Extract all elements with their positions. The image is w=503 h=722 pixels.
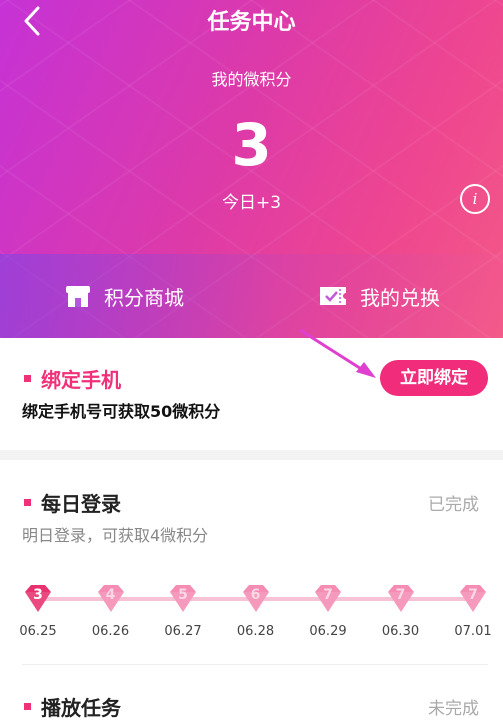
ticket-icon	[320, 287, 346, 305]
my-exchange-button[interactable]: 我的兑换	[318, 254, 440, 338]
login-day-gem: 7	[384, 582, 418, 616]
login-day-gem: 7	[311, 582, 345, 616]
login-day-gem: 7	[456, 582, 490, 616]
shortcut-bar: 积分商城 我的兑换	[0, 254, 503, 338]
bind-phone-desc: 绑定手机号可获取50微积分	[22, 402, 221, 421]
points-label: 我的微积分	[211, 70, 292, 89]
login-day-date: 06.25	[19, 624, 57, 639]
login-day-gem: 4	[94, 582, 128, 616]
info-icon[interactable]: i	[460, 184, 490, 214]
login-day-date: 06.27	[164, 624, 202, 639]
bullet-icon	[24, 499, 31, 506]
bullet-icon	[24, 375, 31, 382]
login-day-value: 4	[105, 587, 116, 603]
daily-login-status: 已完成	[428, 495, 479, 515]
points-store-label: 积分商城	[104, 285, 184, 310]
page-title: 任务中心	[207, 10, 296, 35]
section-divider	[22, 664, 488, 665]
login-day-value: 6	[250, 587, 261, 603]
play-task-title: 播放任务	[24, 692, 121, 721]
login-day-date: 06.28	[236, 624, 275, 639]
login-day-value: 3	[33, 587, 43, 603]
section-divider	[0, 450, 503, 460]
bind-phone-title: 绑定手机	[24, 364, 121, 393]
login-day-date: 06.29	[309, 624, 347, 639]
login-day-value: 5	[178, 587, 188, 603]
login-day-gem: 3	[21, 582, 55, 616]
login-day-gem: 6	[239, 582, 273, 616]
daily-login-desc: 明日登录，可获取4微积分	[22, 526, 209, 545]
login-day-date: 07.01	[454, 624, 492, 639]
points-value: 3	[231, 111, 272, 179]
points-store-button[interactable]: 积分商城	[64, 254, 184, 338]
login-day-date: 06.26	[91, 624, 130, 639]
login-day-gem: 5	[166, 582, 200, 616]
login-day-value: 7	[323, 587, 333, 603]
login-day-date: 06.30	[381, 624, 420, 639]
login-day-value: 7	[395, 587, 406, 603]
my-exchange-label: 我的兑换	[360, 285, 440, 310]
header-banner: 任务中心 我的微积分 3 今日+3 i 积分商城 我的兑换	[0, 0, 503, 338]
today-points: 今日+3	[221, 193, 282, 213]
store-icon	[66, 286, 90, 307]
bullet-icon	[24, 703, 31, 710]
bind-now-button[interactable]: 立即绑定	[380, 360, 488, 396]
login-day-value: 7	[468, 587, 478, 603]
play-task-status: 未完成	[428, 699, 479, 719]
daily-login-title: 每日登录	[24, 488, 121, 517]
